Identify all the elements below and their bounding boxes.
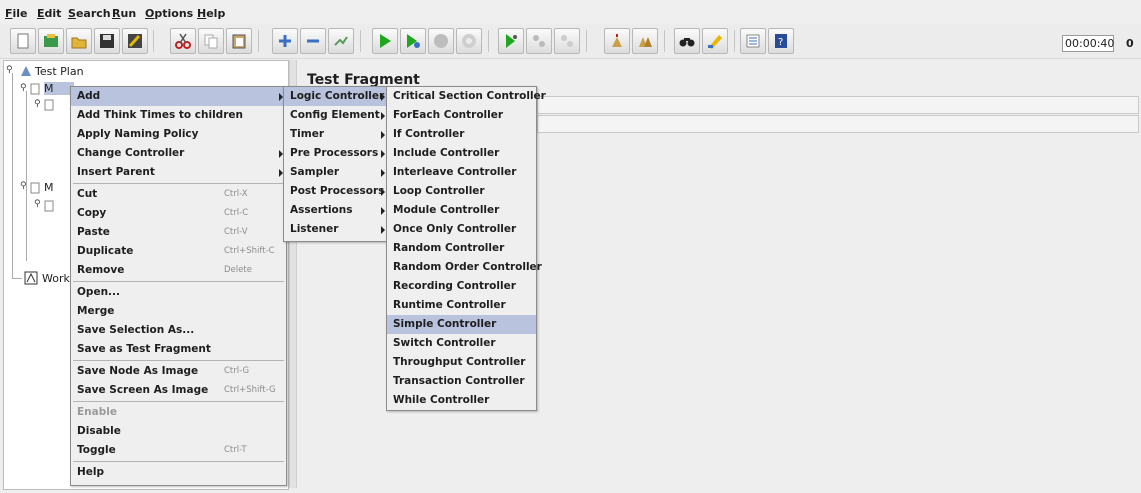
fragment-node-icon — [30, 83, 40, 95]
tree-node-test-plan[interactable]: Test Plan — [35, 65, 84, 78]
menu-item-help[interactable]: Help — [71, 463, 286, 482]
logic-item-runtime-controller[interactable]: Runtime Controller — [387, 296, 536, 315]
clear-all-icon[interactable] — [632, 28, 658, 54]
name-field[interactable] — [537, 96, 1139, 114]
save-as-icon[interactable] — [122, 28, 148, 54]
menu-item-save-selection-as[interactable]: Save Selection As... — [71, 321, 286, 340]
menu-search[interactable]: Search — [68, 7, 111, 20]
shutdown-icon[interactable] — [456, 28, 482, 54]
logic-item-loop-controller[interactable]: Loop Controller — [387, 182, 536, 201]
tree-node-fragment-2[interactable]: M — [44, 181, 54, 194]
context-menu: Add Add Think Times to children Apply Na… — [70, 86, 287, 486]
collapse-handle-icon[interactable]: ⚲ — [20, 83, 27, 93]
paste-icon[interactable] — [226, 28, 252, 54]
menu-item-change-controller[interactable]: Change Controller — [71, 144, 286, 163]
menu-item-open[interactable]: Open... — [71, 283, 286, 302]
start-no-pauses-icon[interactable] — [400, 28, 426, 54]
clear-icon[interactable] — [604, 28, 630, 54]
logic-item-if-controller[interactable]: If Controller — [387, 125, 536, 144]
logic-item-switch-controller[interactable]: Switch Controller — [387, 334, 536, 353]
toolbar: ? 00:00:40 0 — [0, 24, 1141, 59]
help-icon[interactable]: ? — [768, 28, 794, 54]
tree-node-workbench[interactable]: Work — [42, 272, 70, 285]
search-icon[interactable] — [674, 28, 700, 54]
thread-counter: 0 — [1126, 37, 1134, 50]
new-icon[interactable] — [10, 28, 36, 54]
fragment-node-icon — [30, 182, 40, 194]
elapsed-timer: 00:00:40 — [1062, 35, 1114, 52]
submenu-item-logic-controller[interactable]: Logic Controller — [284, 87, 388, 106]
logic-item-module-controller[interactable]: Module Controller — [387, 201, 536, 220]
menu-item-save-as-test-fragment[interactable]: Save as Test Fragment — [71, 340, 286, 359]
cut-icon[interactable] — [170, 28, 196, 54]
menu-item-enable: Enable — [77, 406, 117, 418]
logic-item-throughput-controller[interactable]: Throughput Controller — [387, 353, 536, 372]
menu-item-copy[interactable]: Copy Ctrl-C — [71, 204, 286, 223]
submenu-item-pre-processors[interactable]: Pre Processors — [284, 144, 388, 163]
menu-item-save-node-as-image[interactable]: Save Node As Image Ctrl-G — [71, 362, 286, 381]
remote-start-icon[interactable] — [498, 28, 524, 54]
submenu-item-assertions[interactable]: Assertions — [284, 201, 388, 220]
expand-icon[interactable] — [272, 28, 298, 54]
submenu-item-config-element[interactable]: Config Element — [284, 106, 388, 125]
collapse-handle-icon[interactable]: ⚲ — [20, 181, 27, 191]
submenu-item-sampler[interactable]: Sampler — [284, 163, 388, 182]
menu-item-add-think-times[interactable]: Add Think Times to children — [71, 106, 286, 125]
menu-edit[interactable]: Edit — [37, 7, 61, 20]
menu-item-merge[interactable]: Merge — [71, 302, 286, 321]
menu-bar: File Edit Search Run Options Help — [0, 0, 1141, 24]
controller-node-icon — [44, 200, 54, 212]
remote-stop-icon[interactable] — [526, 28, 552, 54]
remote-shutdown-icon[interactable] — [554, 28, 580, 54]
add-submenu: Logic Controller Config Element Timer Pr… — [283, 86, 389, 242]
menu-options[interactable]: Options — [145, 7, 193, 20]
collapse-handle-icon[interactable]: ⚲ — [34, 99, 41, 109]
templates-icon[interactable] — [38, 28, 64, 54]
menu-item-add[interactable]: Add — [71, 87, 286, 106]
logic-item-foreach-controller[interactable]: ForEach Controller — [387, 106, 536, 125]
menu-item-duplicate[interactable]: Duplicate Ctrl+Shift-C — [71, 242, 286, 261]
controller-node-icon — [44, 99, 54, 111]
menu-item-apply-naming-policy[interactable]: Apply Naming Policy — [71, 125, 286, 144]
stop-icon[interactable] — [428, 28, 454, 54]
menu-item-cut[interactable]: Cut Ctrl-X — [71, 185, 286, 204]
logic-item-include-controller[interactable]: Include Controller — [387, 144, 536, 163]
menu-help[interactable]: Help — [197, 7, 225, 20]
logic-item-simple-controller[interactable]: Simple Controller — [387, 315, 536, 334]
menu-item-save-screen-as-image[interactable]: Save Screen As Image Ctrl+Shift-G — [71, 381, 286, 400]
logic-controller-submenu: Critical Section Controller ForEach Cont… — [386, 86, 546, 411]
submenu-item-post-processors[interactable]: Post Processors — [284, 182, 388, 201]
open-icon[interactable] — [66, 28, 92, 54]
menu-item-paste[interactable]: Paste Ctrl-V — [71, 223, 286, 242]
logic-item-transaction-controller[interactable]: Transaction Controller — [387, 372, 536, 391]
toggle-icon[interactable] — [328, 28, 354, 54]
collapse-handle-icon[interactable]: ⚲ — [34, 199, 41, 209]
menu-item-toggle[interactable]: Toggle Ctrl-T — [71, 441, 286, 460]
submenu-item-timer[interactable]: Timer — [284, 125, 388, 144]
start-icon[interactable] — [372, 28, 398, 54]
menu-run[interactable]: Run — [112, 7, 136, 20]
reset-search-icon[interactable] — [702, 28, 728, 54]
logic-item-recording-controller[interactable]: Recording Controller — [387, 277, 536, 296]
logic-item-random-order-controller[interactable]: Random Order Controller — [387, 258, 542, 277]
logic-item-once-only-controller[interactable]: Once Only Controller — [387, 220, 536, 239]
collapse-handle-icon[interactable]: ⚲ — [6, 65, 13, 75]
svg-text:?: ? — [778, 37, 783, 48]
menu-item-insert-parent[interactable]: Insert Parent — [71, 163, 286, 182]
logic-item-critical-section-controller[interactable]: Critical Section Controller — [387, 87, 546, 106]
menu-file[interactable]: File — [5, 7, 28, 20]
save-icon[interactable] — [94, 28, 120, 54]
logic-item-random-controller[interactable]: Random Controller — [387, 239, 536, 258]
test-plan-icon — [21, 66, 31, 76]
menu-item-remove[interactable]: Remove Delete — [71, 261, 286, 280]
menu-item-disable[interactable]: Disable — [71, 422, 286, 441]
workbench-icon — [24, 271, 38, 285]
copy-icon[interactable] — [198, 28, 224, 54]
logic-item-while-controller[interactable]: While Controller — [387, 391, 536, 410]
logic-item-interleave-controller[interactable]: Interleave Controller — [387, 163, 536, 182]
submenu-item-listener[interactable]: Listener — [284, 220, 388, 239]
collapse-icon[interactable] — [300, 28, 326, 54]
comments-field[interactable] — [537, 115, 1139, 133]
function-helper-icon[interactable] — [740, 28, 766, 54]
